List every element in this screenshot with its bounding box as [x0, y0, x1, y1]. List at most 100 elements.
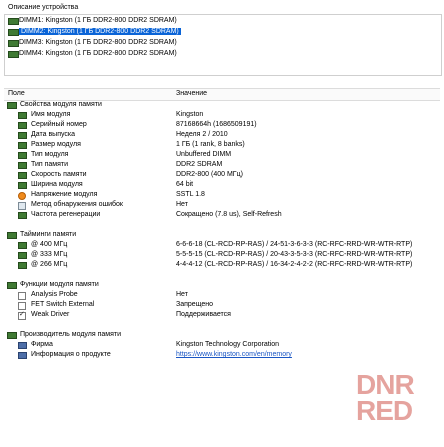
property-row[interactable]: Размер модуля 1 ГБ (1 rank, 8 banks) — [4, 140, 440, 150]
checkbox-icon — [18, 302, 26, 310]
column-header-value[interactable]: Значение — [176, 90, 207, 97]
property-row[interactable]: Фирма Kingston Technology Corporation — [4, 340, 440, 350]
property-row[interactable]: Дата выпуска Неделя 2 / 2010 — [4, 130, 440, 140]
property-row[interactable]: Analysis Probe Нет — [4, 290, 440, 300]
memory-module-icon — [18, 122, 27, 129]
device-item-dimm1[interactable]: DIMM1: Kingston (1 ГБ DDR2-800 DDR2 SDRA… — [5, 15, 441, 26]
property-row[interactable]: @ 266 МГц 4-4-4-12 (CL-RCD-RP-RAS) / 16-3… — [4, 260, 440, 270]
memory-module-icon — [18, 162, 27, 169]
memory-module-icon — [18, 182, 27, 189]
property-value: Нет — [176, 201, 188, 208]
document-icon — [18, 202, 26, 210]
property-value: Нет — [176, 291, 188, 298]
memory-module-icon — [7, 332, 17, 339]
memory-module-icon — [18, 112, 27, 119]
property-label: Информация о продукте — [31, 351, 111, 358]
section-header[interactable]: Тайминги памяти — [4, 230, 440, 240]
watermark-line2: RED — [356, 395, 413, 426]
row-spacer — [4, 270, 440, 280]
property-value: 6-6-6-18 (CL-RCD-RP-RAS) / 24-51-3-6-3-3… — [176, 241, 413, 248]
property-label: Analysis Probe — [31, 291, 78, 298]
property-row[interactable]: Тип модуля Unbuffered DIMM — [4, 150, 440, 160]
property-label: @ 333 МГц — [31, 251, 68, 258]
property-row[interactable]: Скорость памяти DDR2-800 (400 МГц) — [4, 170, 440, 180]
factory-icon — [18, 342, 27, 349]
section-title: Функции модуля памяти — [20, 281, 99, 288]
memory-module-icon — [18, 262, 27, 269]
row-spacer — [4, 220, 440, 230]
device-item-label: DIMM1: Kingston (1 ГБ DDR2-800 DDR2 SDRA… — [19, 17, 177, 24]
section-header[interactable]: Производитель модуля памяти — [4, 330, 440, 340]
product-info-link[interactable]: https://www.kingston.com/en/memory — [176, 350, 292, 360]
property-row[interactable]: Имя модуля Kingston — [4, 110, 440, 120]
checkbox-checked-icon — [18, 310, 26, 320]
property-label: Скорость памяти — [31, 171, 87, 178]
property-row[interactable]: Метод обнаружения ошибок Нет — [4, 200, 440, 210]
property-value: Kingston — [176, 111, 204, 118]
device-item-label: DIMM4: Kingston (1 ГБ DDR2-800 DDR2 SDRA… — [19, 50, 177, 57]
memory-module-icon — [18, 132, 27, 139]
property-value: DDR2 SDRAM — [176, 161, 223, 168]
device-description-title: Описание устройства — [8, 4, 79, 11]
section-title: Свойства модуля памяти — [20, 101, 102, 108]
property-row[interactable]: Weak Driver Поддерживается — [4, 310, 440, 320]
memory-module-icon — [8, 51, 19, 58]
property-label: Weak Driver — [31, 311, 70, 318]
device-item-dimm3[interactable]: DIMM3: Kingston (1 ГБ DDR2-800 DDR2 SDRA… — [5, 37, 441, 48]
property-label: Тип модуля — [31, 151, 69, 158]
memory-module-icon — [7, 102, 17, 109]
property-value: Unbuffered DIMM — [176, 151, 232, 158]
device-list[interactable]: DIMM1: Kingston (1 ГБ DDR2-800 DDR2 SDRA… — [4, 14, 442, 76]
property-label: Имя модуля — [31, 111, 71, 118]
property-value: Поддерживается — [176, 311, 231, 318]
watermark-logo: DNR RED — [356, 371, 442, 430]
property-row[interactable]: Частота регенерации Сокращено (7.8 us), S… — [4, 210, 440, 220]
memory-module-icon — [7, 232, 17, 239]
property-label: Фирма — [31, 341, 53, 348]
column-header-field[interactable]: Поле — [8, 90, 25, 97]
property-label: Размер модуля — [31, 141, 81, 148]
device-item-label: DIMM2: Kingston (1 ГБ DDR2-800 DDR2 SDRA… — [19, 28, 181, 35]
property-row[interactable]: @ 400 МГц 6-6-6-18 (CL-RCD-RP-RAS) / 24-5… — [4, 240, 440, 250]
memory-module-icon — [8, 40, 19, 47]
property-row[interactable]: Напряжение модуля SSTL 1.8 — [4, 190, 440, 200]
property-row[interactable]: @ 333 МГц 5-5-5-15 (CL-RCD-RP-RAS) / 20-4… — [4, 250, 440, 260]
section-header[interactable]: Функции модуля памяти — [4, 280, 440, 290]
property-label: Дата выпуска — [31, 131, 76, 138]
memory-module-icon — [18, 252, 27, 259]
device-item-dimm2[interactable]: DIMM2: Kingston (1 ГБ DDR2-800 DDR2 SDRA… — [5, 26, 441, 37]
section-header[interactable]: Свойства модуля памяти — [4, 100, 440, 110]
property-label: @ 266 МГц — [31, 261, 68, 268]
property-label: FET Switch External — [31, 301, 95, 308]
property-label: Напряжение модуля — [31, 191, 98, 198]
property-label: Ширина модуля — [31, 181, 83, 188]
property-value: 64 bit — [176, 181, 194, 188]
property-row[interactable]: Ширина модуля 64 bit — [4, 180, 440, 190]
memory-module-icon — [7, 282, 17, 289]
memory-module-icon — [8, 29, 19, 36]
property-row[interactable]: Серийный номер 87168664h (1686509191) — [4, 120, 440, 130]
property-label: Тип памяти — [31, 161, 69, 168]
property-value: 5-5-5-15 (CL-RCD-RP-RAS) / 20-43-3-5-3-3… — [176, 251, 413, 258]
property-value: Сокращено (7.8 us), Self-Refresh — [176, 211, 282, 218]
checkbox-icon — [18, 292, 26, 300]
memory-module-icon — [18, 172, 27, 179]
memory-module-icon — [8, 18, 19, 25]
property-value: 1 ГБ (1 rank, 8 banks) — [176, 141, 245, 148]
properties-list: Свойства модуля памяти Имя модуля Kingsto… — [4, 100, 440, 360]
property-value: Неделя 2 / 2010 — [176, 131, 228, 138]
property-value: 87168664h (1686509191) — [176, 121, 257, 128]
property-row[interactable]: FET Switch External Запрещено — [4, 300, 440, 310]
property-value: Kingston Technology Corporation — [176, 341, 279, 348]
memory-module-icon — [18, 152, 27, 159]
property-value: SSTL 1.8 — [176, 191, 205, 198]
property-label: Частота регенерации — [31, 211, 101, 218]
property-label: @ 400 МГц — [31, 241, 68, 248]
section-title: Тайминги памяти — [20, 231, 77, 238]
property-value: 4-4-4-12 (CL-RCD-RP-RAS) / 16-34-2-4-2-2… — [176, 261, 413, 268]
property-row[interactable]: Информация о продукте https://www.kingsto… — [4, 350, 440, 360]
section-title: Производитель модуля памяти — [20, 331, 121, 338]
property-row[interactable]: Тип памяти DDR2 SDRAM — [4, 160, 440, 170]
property-label: Метод обнаружения ошибок — [31, 201, 123, 208]
device-item-dimm4[interactable]: DIMM4: Kingston (1 ГБ DDR2-800 DDR2 SDRA… — [5, 48, 441, 59]
